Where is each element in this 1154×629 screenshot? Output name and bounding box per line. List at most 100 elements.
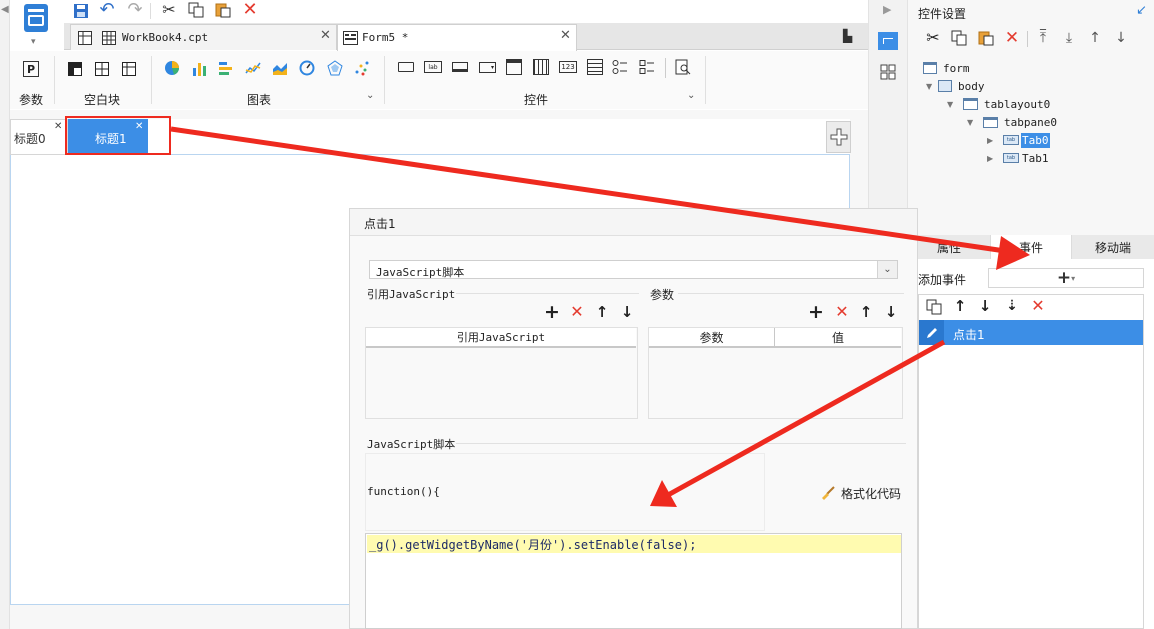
tree-node-tablayout[interactable]: ▼ tablayout0: [947, 95, 1050, 113]
param-up-icon[interactable]: ↑: [858, 303, 874, 321]
move-up-icon[interactable]: ↑: [1086, 28, 1104, 48]
number-widget-icon[interactable]: 123: [559, 61, 577, 73]
tab-properties[interactable]: 属性: [908, 235, 990, 259]
preview-widget-icon[interactable]: [674, 58, 692, 76]
line-chart-icon[interactable]: [243, 58, 263, 78]
calendar-widget-icon[interactable]: [533, 59, 549, 75]
tab-events[interactable]: 事件: [990, 235, 1072, 259]
format-code-button[interactable]: 格式化代码: [820, 484, 901, 502]
event-copy-icon[interactable]: [924, 297, 944, 317]
widget-tree: form ▼ body ▼ tablayout0 ▼ tabpane0 ▶ ta…: [918, 54, 1154, 204]
label-widget-icon[interactable]: lab: [424, 61, 442, 73]
expand-arrow-icon[interactable]: ▶: [987, 136, 1003, 145]
grid-block-icon[interactable]: [120, 60, 138, 78]
file-tab-label: WorkBook4.cpt: [122, 31, 209, 44]
add-tab-button[interactable]: [826, 121, 851, 153]
ref-add-icon[interactable]: +: [544, 302, 560, 321]
copy-icon[interactable]: [186, 1, 206, 19]
widgets-expand-icon[interactable]: ⌄: [687, 90, 695, 101]
delete-icon[interactable]: ✕: [240, 0, 260, 20]
expand-right-icon[interactable]: ▶: [883, 3, 891, 16]
move-down-icon[interactable]: ↓: [1112, 28, 1130, 48]
cut-icon[interactable]: ✂: [158, 0, 180, 20]
split-block-icon[interactable]: [93, 60, 111, 78]
expand-arrow-icon[interactable]: ▼: [967, 118, 983, 127]
close-tab-icon[interactable]: ✕: [320, 28, 331, 43]
dropdown-caret-icon: ▾: [1071, 273, 1076, 283]
edit-pencil-icon: [919, 320, 944, 345]
event-sort-icon[interactable]: ⇣: [1002, 296, 1022, 316]
params-section-label: 参数: [650, 288, 675, 302]
charts-expand-icon[interactable]: ⌄: [366, 90, 374, 101]
ref-delete-icon[interactable]: ✕: [568, 303, 586, 321]
file-tab-form[interactable]: Form5 * ✕: [337, 24, 577, 51]
textarea-widget-icon[interactable]: [587, 59, 603, 75]
tree-node-form[interactable]: form: [923, 59, 970, 77]
radio-group-widget-icon[interactable]: [611, 58, 629, 76]
radar-chart-icon[interactable]: [325, 58, 345, 78]
function-head: function(){: [367, 485, 440, 498]
expand-arrow-icon[interactable]: ▼: [947, 100, 963, 109]
widget-settings-tab-icon[interactable]: [878, 32, 898, 50]
gauge-chart-icon[interactable]: [297, 58, 317, 78]
tree-node-tab1[interactable]: ▶ tab Tab1: [987, 149, 1050, 167]
param-down-icon[interactable]: ↓: [883, 303, 899, 321]
bar-chart-icon[interactable]: [190, 58, 210, 78]
ref-up-icon[interactable]: ↑: [594, 303, 610, 321]
save-icon[interactable]: [71, 2, 91, 20]
area-chart-icon[interactable]: [270, 58, 290, 78]
event-up-icon[interactable]: ↑: [951, 296, 969, 316]
panel-dock-icon[interactable]: ↙: [1136, 3, 1147, 18]
blank-block-icon[interactable]: [66, 60, 84, 78]
tree-node-label: tablayout0: [984, 97, 1051, 111]
tree-node-tab0[interactable]: ▶ tab Tab0: [987, 131, 1050, 149]
ribbon: [10, 51, 868, 109]
tab-mobile[interactable]: 移动端: [1072, 235, 1154, 259]
textbox-widget-icon[interactable]: [452, 62, 468, 72]
event-item-click1[interactable]: 点击1: [919, 320, 1143, 345]
app-logo-icon[interactable]: [24, 4, 48, 32]
expand-arrow-icon[interactable]: ▶: [987, 154, 1003, 163]
form-tab-0[interactable]: 标题0 ✕: [10, 119, 68, 155]
redo-icon[interactable]: ↷: [124, 0, 146, 20]
hbar-chart-icon[interactable]: [216, 58, 236, 78]
tab-list-icon[interactable]: ▙: [843, 29, 852, 43]
move-top-icon[interactable]: ⤒: [1034, 28, 1052, 48]
ref-down-icon[interactable]: ↓: [619, 303, 635, 321]
close-tab-icon[interactable]: ✕: [560, 28, 571, 43]
code-editor[interactable]: _g().getWidgetByName('月份').setEnable(fal…: [365, 533, 902, 629]
param-icon[interactable]: P: [23, 61, 39, 77]
file-tab-workbook[interactable]: WorkBook4.cpt ✕: [70, 24, 337, 50]
code-line: _g().getWidgetByName('月份').setEnable(fal…: [369, 538, 697, 552]
tree-delete-icon[interactable]: ✕: [1002, 28, 1022, 48]
param-add-icon[interactable]: +: [808, 302, 824, 321]
move-bottom-icon[interactable]: ⤓: [1060, 28, 1078, 48]
tree-node-tabpane[interactable]: ▼ tabpane0: [967, 113, 1057, 131]
tree-cut-icon[interactable]: ✂: [923, 28, 943, 48]
undo-icon[interactable]: ↶: [96, 0, 118, 20]
function-header-area: function(){: [365, 453, 765, 531]
param-delete-icon[interactable]: ✕: [833, 303, 851, 321]
event-down-icon[interactable]: ↓: [976, 296, 994, 316]
tree-paste-icon[interactable]: [976, 29, 996, 47]
close-form-tab-icon[interactable]: ✕: [54, 121, 62, 132]
checkbox-group-widget-icon[interactable]: [638, 58, 656, 76]
tree-copy-icon[interactable]: [949, 29, 969, 47]
js-type-select[interactable]: JavaScript脚本 ⌄: [369, 260, 898, 279]
scatter-chart-icon[interactable]: [352, 58, 372, 78]
pie-chart-icon[interactable]: [162, 58, 182, 78]
date-widget-icon[interactable]: [506, 59, 522, 75]
collapse-left-icon[interactable]: ◀: [1, 4, 9, 15]
button-widget-icon[interactable]: [398, 62, 414, 72]
paste-icon[interactable]: [213, 1, 233, 19]
chevron-down-icon: ⌄: [877, 261, 897, 278]
component-lib-icon[interactable]: [880, 64, 896, 80]
app-menu-chevron-icon[interactable]: ▾: [31, 37, 36, 47]
param-column-header: 参数: [649, 328, 775, 348]
tree-node-label: form: [943, 61, 970, 75]
expand-arrow-icon[interactable]: ▼: [926, 82, 938, 91]
combobox-widget-icon[interactable]: ▾: [479, 62, 496, 73]
add-event-button[interactable]: + ▾: [988, 268, 1144, 288]
event-delete-icon[interactable]: ✕: [1028, 296, 1048, 316]
tree-node-body[interactable]: ▼ body: [926, 77, 985, 95]
